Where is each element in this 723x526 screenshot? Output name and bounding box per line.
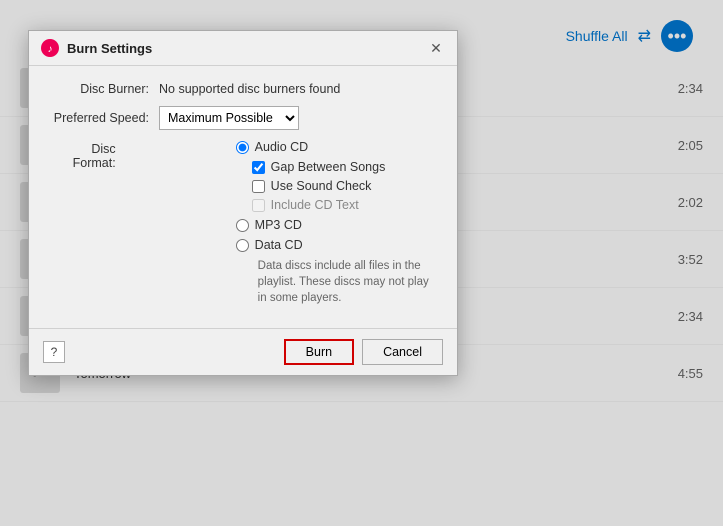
burn-button[interactable]: Burn — [284, 339, 354, 365]
include-cd-text-row: Include CD Text — [252, 198, 437, 212]
use-sound-check-row: Use Sound Check — [252, 179, 437, 193]
close-button[interactable]: ✕ — [427, 39, 445, 57]
use-sound-check-label[interactable]: Use Sound Check — [271, 179, 372, 193]
mp3-cd-label[interactable]: MP3 CD — [255, 218, 302, 232]
dialog-footer: ? Burn Cancel — [29, 328, 457, 375]
include-cd-text-checkbox[interactable] — [252, 199, 265, 212]
dialog-title: Burn Settings — [67, 41, 152, 56]
svg-text:♪: ♪ — [48, 44, 53, 55]
audio-cd-radio[interactable] — [236, 141, 249, 154]
data-cd-option: Data CD — [236, 238, 437, 252]
mp3-cd-radio[interactable] — [236, 219, 249, 232]
cancel-button[interactable]: Cancel — [362, 339, 443, 365]
audio-cd-options: Gap Between Songs Use Sound Check Includ… — [252, 160, 437, 212]
disc-format-row: Disc Format: Audio CD Gap Between Songs … — [49, 140, 437, 306]
gap-between-songs-checkbox[interactable] — [252, 161, 265, 174]
data-cd-radio[interactable] — [236, 239, 249, 252]
disc-burner-value: No supported disc burners found — [159, 82, 340, 96]
help-button[interactable]: ? — [43, 341, 65, 363]
disc-burner-row: Disc Burner: No supported disc burners f… — [49, 82, 437, 96]
dialog-title-left: ♪ Burn Settings — [41, 39, 152, 57]
burn-settings-dialog: ♪ Burn Settings ✕ Disc Burner: No suppor… — [28, 30, 458, 376]
gap-between-songs-label[interactable]: Gap Between Songs — [271, 160, 386, 174]
preferred-speed-label: Preferred Speed: — [49, 111, 159, 125]
data-cd-note: Data discs include all files in the play… — [258, 258, 437, 306]
data-cd-label[interactable]: Data CD — [255, 238, 303, 252]
preferred-speed-row: Preferred Speed: Maximum Possible 1x 2x … — [49, 106, 437, 130]
dialog-body: Disc Burner: No supported disc burners f… — [29, 66, 457, 328]
disc-burner-label: Disc Burner: — [49, 82, 159, 96]
gap-between-songs-row: Gap Between Songs — [252, 160, 437, 174]
disc-format-label: Disc Format: — [49, 140, 126, 170]
preferred-speed-select[interactable]: Maximum Possible 1x 2x 4x — [159, 106, 299, 130]
include-cd-text-label: Include CD Text — [271, 198, 359, 212]
audio-cd-option: Audio CD — [236, 140, 437, 154]
footer-buttons: Burn Cancel — [284, 339, 443, 365]
audio-cd-label[interactable]: Audio CD — [255, 140, 309, 154]
use-sound-check-checkbox[interactable] — [252, 180, 265, 193]
disc-format-section: Audio CD Gap Between Songs Use Sound Che… — [236, 140, 437, 306]
mp3-cd-option: MP3 CD — [236, 218, 437, 232]
itunes-icon: ♪ — [41, 39, 59, 57]
dialog-titlebar: ♪ Burn Settings ✕ — [29, 31, 457, 66]
